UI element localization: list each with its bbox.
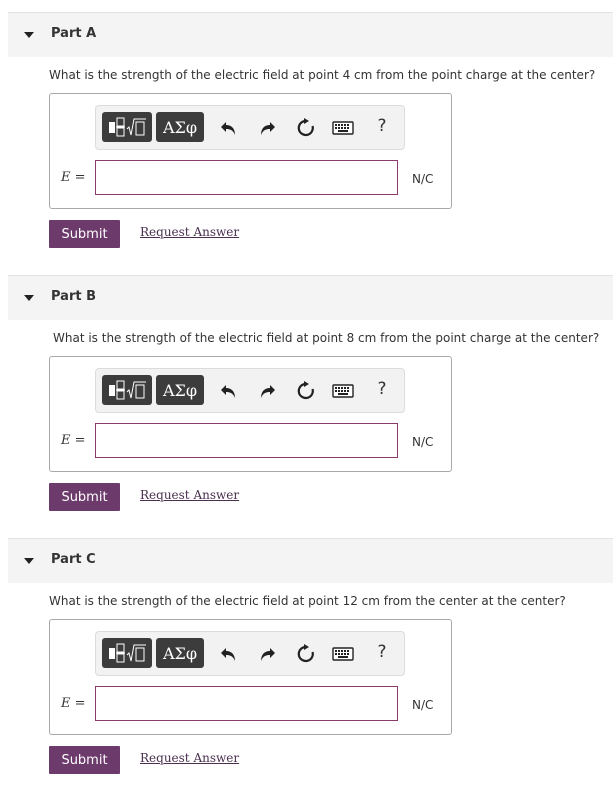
part-c-header[interactable]: Part C <box>8 538 613 583</box>
keyboard-icon[interactable] <box>332 117 354 139</box>
submit-button[interactable]: Submit <box>49 220 120 248</box>
templates-icon <box>109 117 146 137</box>
math-toolbar: ΑΣφ ? <box>95 631 405 676</box>
reset-icon[interactable] <box>295 380 317 402</box>
keyboard-icon[interactable] <box>332 380 354 402</box>
templates-icon <box>109 643 146 663</box>
templates-button[interactable] <box>102 112 152 142</box>
help-icon[interactable]: ? <box>371 115 393 137</box>
question-text: What is the strength of the electric fie… <box>49 594 566 608</box>
undo-icon[interactable] <box>218 380 240 402</box>
question-text: What is the strength of the electric fie… <box>49 68 596 82</box>
submit-button[interactable]: Submit <box>49 746 120 774</box>
greek-symbols-button[interactable]: ΑΣφ <box>156 375 204 405</box>
help-icon[interactable]: ? <box>371 641 393 663</box>
question-text: What is the strength of the electric fie… <box>53 331 600 345</box>
templates-button[interactable] <box>102 638 152 668</box>
variable-label: E = <box>61 433 86 448</box>
unit-label: N/C <box>412 172 434 186</box>
variable-label: E = <box>61 170 86 185</box>
math-toolbar: ΑΣφ ? <box>95 105 405 150</box>
answer-input[interactable] <box>95 686 398 721</box>
undo-icon[interactable] <box>218 117 240 139</box>
math-toolbar: ΑΣφ ? <box>95 368 405 413</box>
answer-box: ΑΣφ ? E = N/C <box>49 93 452 209</box>
greek-symbols-button[interactable]: ΑΣφ <box>156 112 204 142</box>
undo-icon[interactable] <box>218 643 240 665</box>
collapse-triangle-icon[interactable] <box>24 32 34 38</box>
answer-box: ΑΣφ ? E = N/C <box>49 356 452 472</box>
part-b-header[interactable]: Part B <box>8 275 613 320</box>
templates-icon <box>109 380 146 400</box>
request-answer-link[interactable]: Request Answer <box>140 225 239 239</box>
part-a-header[interactable]: Part A <box>8 12 613 57</box>
keyboard-icon[interactable] <box>332 643 354 665</box>
collapse-triangle-icon[interactable] <box>24 295 34 301</box>
templates-button[interactable] <box>102 375 152 405</box>
redo-icon[interactable] <box>256 117 278 139</box>
redo-icon[interactable] <box>256 380 278 402</box>
reset-icon[interactable] <box>295 117 317 139</box>
answer-box: ΑΣφ ? E = N/C <box>49 619 452 735</box>
variable-label: E = <box>61 696 86 711</box>
unit-label: N/C <box>412 435 434 449</box>
help-icon[interactable]: ? <box>371 378 393 400</box>
answer-input[interactable] <box>95 423 398 458</box>
answer-input[interactable] <box>95 160 398 195</box>
redo-icon[interactable] <box>256 643 278 665</box>
collapse-triangle-icon[interactable] <box>24 558 34 564</box>
part-a-section: Part A What is the strength of the elect… <box>0 0 613 263</box>
request-answer-link[interactable]: Request Answer <box>140 488 239 502</box>
part-title: Part C <box>51 552 96 567</box>
part-c-section: Part C What is the strength of the elect… <box>0 526 613 789</box>
part-title: Part A <box>51 26 97 41</box>
reset-icon[interactable] <box>295 643 317 665</box>
unit-label: N/C <box>412 698 434 712</box>
part-b-section: Part B What is the strength of the elect… <box>0 263 613 526</box>
greek-symbols-button[interactable]: ΑΣφ <box>156 638 204 668</box>
request-answer-link[interactable]: Request Answer <box>140 751 239 765</box>
submit-button[interactable]: Submit <box>49 483 120 511</box>
part-title: Part B <box>51 289 97 304</box>
